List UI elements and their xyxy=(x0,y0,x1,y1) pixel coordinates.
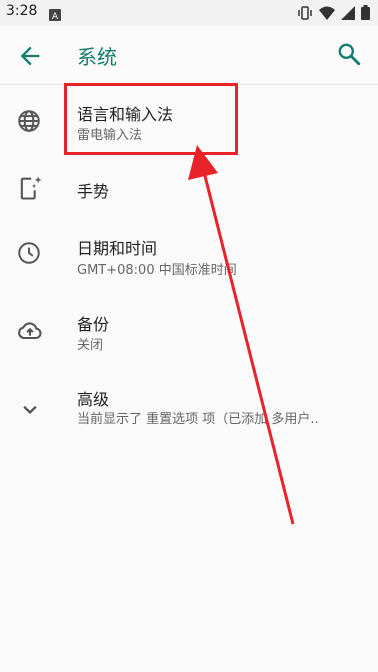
annotation-arrow xyxy=(188,145,295,525)
